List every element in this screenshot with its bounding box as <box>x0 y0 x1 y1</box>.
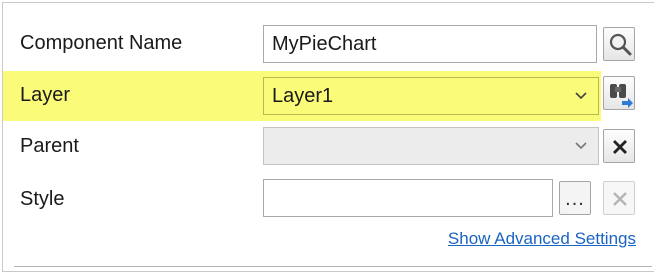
clear-style-button[interactable] <box>603 181 635 215</box>
parent-label: Parent <box>20 135 79 157</box>
close-x-icon <box>613 192 627 206</box>
component-name-label: Component Name <box>20 32 183 54</box>
show-advanced-settings-link[interactable]: Show Advanced Settings <box>448 229 636 249</box>
style-row: Style ... <box>3 175 655 231</box>
style-label: Style <box>20 188 65 210</box>
divider <box>14 266 652 267</box>
chevron-down-icon <box>575 142 587 150</box>
browse-style-label: ... <box>565 188 585 210</box>
browse-style-button[interactable]: ... <box>559 181 591 215</box>
magnifier-icon <box>609 33 632 56</box>
layer-row: Layer Layer1 <box>3 71 601 121</box>
chevron-down-icon <box>575 92 587 100</box>
parent-row: Parent <box>3 123 655 179</box>
close-x-icon <box>613 140 627 154</box>
component-name-row: Component Name MyPieChart <box>3 15 655 71</box>
component-name-input[interactable]: MyPieChart <box>263 25 597 63</box>
clear-parent-button[interactable] <box>603 129 635 163</box>
search-button[interactable] <box>603 27 635 61</box>
layer-dropdown[interactable]: Layer1 <box>263 77 599 115</box>
style-input[interactable] <box>263 179 553 217</box>
layer-dropdown-value: Layer1 <box>272 85 334 107</box>
component-properties-panel: Component Name MyPieChart Layer Layer1 P… <box>2 2 654 272</box>
layer-label: Layer <box>20 84 71 106</box>
binoculars-icon <box>610 84 633 108</box>
find-layer-button[interactable] <box>603 76 635 110</box>
parent-dropdown[interactable] <box>263 127 599 165</box>
